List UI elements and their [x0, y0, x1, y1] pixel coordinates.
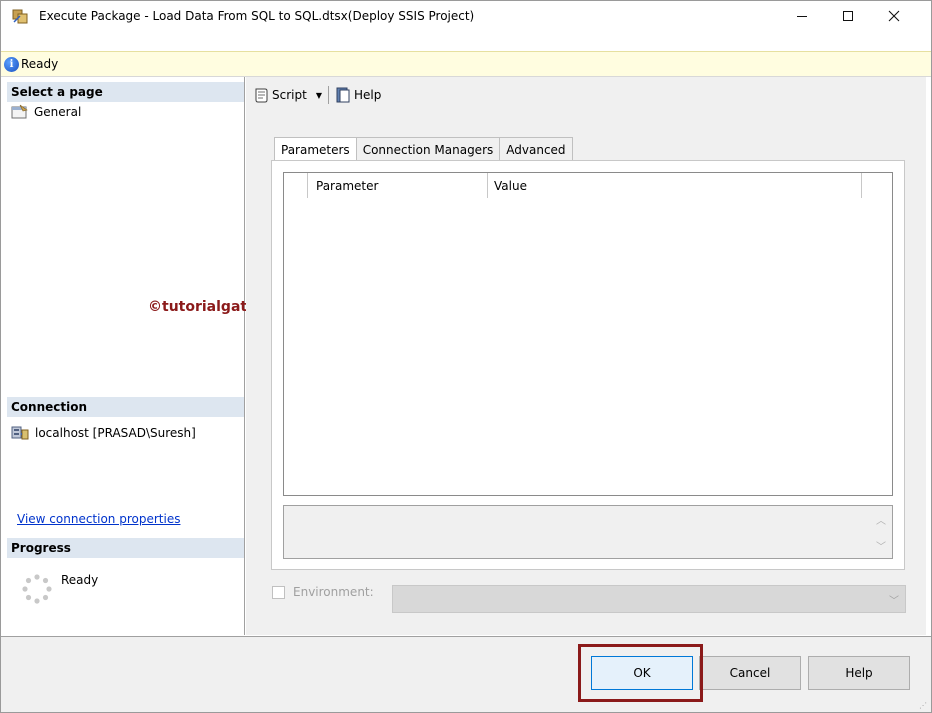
- progress-header: Progress: [7, 538, 244, 558]
- close-icon: [888, 10, 900, 22]
- tab-parameters[interactable]: Parameters: [274, 137, 357, 162]
- status-text: Ready: [21, 57, 59, 71]
- view-connection-properties-link[interactable]: View connection properties: [17, 512, 180, 526]
- help-toolbar-button[interactable]: Help: [335, 87, 381, 103]
- script-button[interactable]: Script ▼: [253, 87, 322, 103]
- status-bar: i Ready: [1, 51, 931, 77]
- grid-row-header-cell: [284, 173, 308, 198]
- page-item-general-label: General: [34, 104, 82, 119]
- grid-header: Parameter Value: [284, 173, 892, 198]
- info-icon: i: [4, 57, 19, 72]
- dialog-window: Execute Package - Load Data From SQL to …: [0, 0, 932, 713]
- execute-package-icon: [11, 8, 29, 25]
- tab-advanced[interactable]: Advanced: [499, 137, 573, 161]
- minimize-button[interactable]: [779, 1, 825, 31]
- server-connection-icon: [11, 425, 29, 441]
- chevron-down-icon: ﹀: [889, 596, 899, 607]
- connection-value: localhost [PRASAD\Suresh]: [35, 426, 196, 440]
- help-toolbar-label: Help: [353, 88, 382, 102]
- close-button[interactable]: [871, 1, 917, 31]
- cancel-button[interactable]: Cancel: [699, 656, 801, 690]
- progress-spinner-icon: [21, 573, 53, 605]
- minimize-icon: [797, 15, 807, 17]
- column-header-value[interactable]: Value: [488, 173, 862, 198]
- progress-status-text: Ready: [61, 573, 99, 587]
- description-box: ︿ ﹀: [283, 505, 893, 559]
- toolbar-separator: [327, 86, 329, 104]
- help-icon: [335, 87, 351, 103]
- page-item-general[interactable]: General: [11, 104, 81, 119]
- environment-row: Environment:: [272, 585, 374, 599]
- progress-item: Ready: [21, 573, 98, 605]
- general-page-icon: [11, 104, 29, 119]
- resize-grip-icon[interactable]: ⋰: [919, 701, 927, 710]
- title-bar[interactable]: Execute Package - Load Data From SQL to …: [1, 1, 931, 31]
- tab-strip: Parameters Connection Managers Advanced: [274, 137, 573, 162]
- script-label: Script: [272, 88, 307, 102]
- chevron-down-icon[interactable]: ▼: [316, 91, 322, 100]
- scroll-down-icon[interactable]: ﹀: [876, 538, 886, 553]
- connection-header: Connection: [7, 397, 244, 417]
- ok-highlight-annotation: [578, 644, 703, 702]
- left-panel: Select a page Connection Progress: [7, 77, 245, 635]
- tab-connection-managers[interactable]: Connection Managers: [355, 137, 501, 161]
- parameters-grid[interactable]: Parameter Value: [283, 172, 893, 496]
- environment-checkbox[interactable]: [272, 585, 285, 599]
- grid-header-filler: [862, 173, 892, 198]
- scroll-up-icon[interactable]: ︿: [876, 512, 886, 527]
- script-icon: [253, 87, 269, 103]
- help-button[interactable]: Help: [808, 656, 910, 690]
- select-page-header: Select a page: [7, 82, 244, 102]
- toolbar: Script ▼ Help: [253, 85, 381, 105]
- window-title: Execute Package - Load Data From SQL to …: [39, 9, 475, 23]
- maximize-icon: [843, 11, 853, 21]
- environment-select[interactable]: ﹀: [392, 585, 906, 613]
- column-header-parameter[interactable]: Parameter: [308, 173, 488, 198]
- maximize-button[interactable]: [825, 1, 871, 31]
- connection-item: localhost [PRASAD\Suresh]: [11, 425, 196, 441]
- environment-label: Environment:: [293, 585, 374, 599]
